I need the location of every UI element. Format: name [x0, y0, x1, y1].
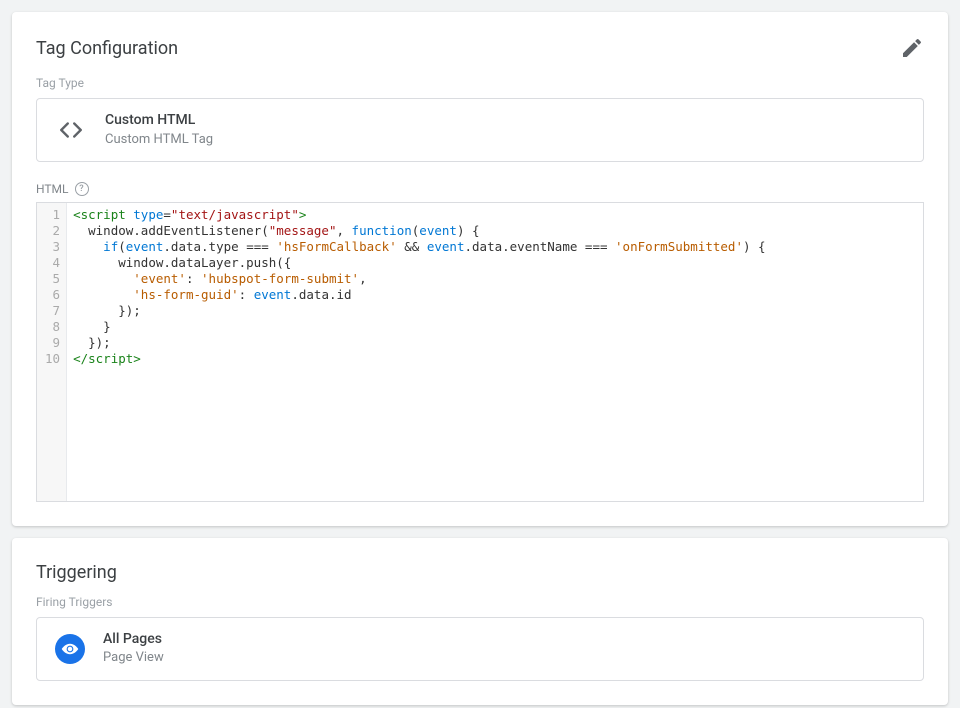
html-label: HTML	[36, 182, 69, 196]
pageview-icon	[55, 634, 85, 664]
line-number: 2	[45, 223, 60, 239]
triggering-header: Triggering	[36, 562, 924, 583]
code-line: 'hs-form-guid': event.data.id	[73, 287, 917, 303]
tag-type-name: Custom HTML	[105, 111, 213, 131]
code-line: });	[73, 335, 917, 351]
line-number: 6	[45, 287, 60, 303]
line-number: 5	[45, 271, 60, 287]
code-line: window.dataLayer.push({	[73, 255, 917, 271]
code-body[interactable]: <script type="text/javascript"> window.a…	[67, 203, 923, 501]
code-icon	[57, 116, 85, 144]
code-line: window.addEventListener("message", funct…	[73, 223, 917, 239]
tag-type-subtitle: Custom HTML Tag	[105, 131, 213, 149]
code-line: <script type="text/javascript">	[73, 207, 917, 223]
tag-configuration-card: Tag Configuration Tag Type Custom HTML C…	[12, 12, 948, 526]
firing-triggers-label: Firing Triggers	[36, 595, 924, 609]
code-line: }	[73, 319, 917, 335]
triggering-card: Triggering Firing Triggers All Pages Pag…	[12, 538, 948, 705]
line-number: 10	[45, 351, 60, 367]
code-gutter: 12345678910	[37, 203, 67, 501]
triggering-title: Triggering	[36, 562, 117, 583]
tag-type-label: Tag Type	[36, 76, 924, 90]
code-line: });	[73, 303, 917, 319]
code-line: if(event.data.type === 'hsFormCallback' …	[73, 239, 917, 255]
html-label-row: HTML ?	[36, 182, 924, 196]
line-number: 7	[45, 303, 60, 319]
tag-type-row[interactable]: Custom HTML Custom HTML Tag	[36, 98, 924, 162]
line-number: 1	[45, 207, 60, 223]
trigger-name: All Pages	[103, 630, 164, 650]
tag-config-header: Tag Configuration	[36, 36, 924, 60]
code-line: 'event': 'hubspot-form-submit',	[73, 271, 917, 287]
trigger-info: All Pages Page View	[103, 630, 164, 668]
line-number: 4	[45, 255, 60, 271]
line-number: 3	[45, 239, 60, 255]
code-line: </script>	[73, 351, 917, 367]
tag-type-info: Custom HTML Custom HTML Tag	[105, 111, 213, 149]
html-code-editor[interactable]: 12345678910 <script type="text/javascrip…	[36, 202, 924, 502]
line-number: 9	[45, 335, 60, 351]
line-number: 8	[45, 319, 60, 335]
edit-icon[interactable]	[900, 36, 924, 60]
trigger-row[interactable]: All Pages Page View	[36, 617, 924, 681]
tag-config-title: Tag Configuration	[36, 38, 178, 59]
help-icon[interactable]: ?	[75, 182, 89, 196]
trigger-subtitle: Page View	[103, 649, 164, 667]
